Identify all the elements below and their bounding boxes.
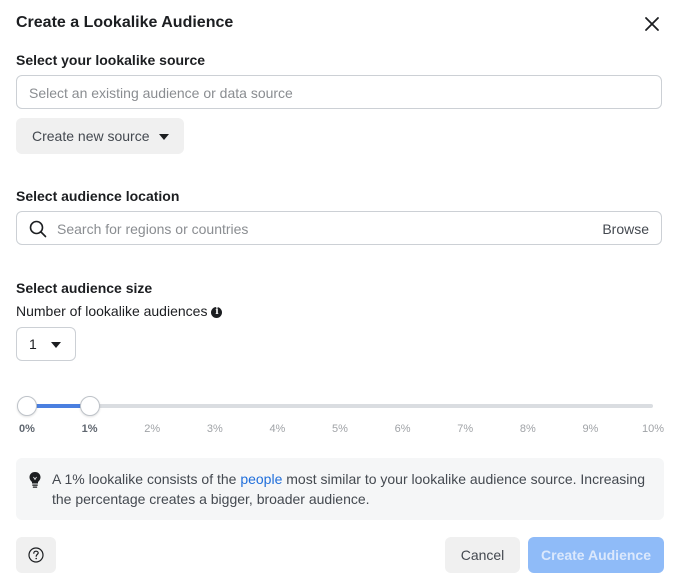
audience-count-select[interactable]: 1 [16,327,76,361]
create-audience-button[interactable]: Create Audience [528,537,664,573]
slider-tick-label: 4% [269,423,286,435]
tip-text-before: A 1% lookalike consists of the [52,471,241,487]
info-icon[interactable]: i [211,306,223,318]
slider-tick-label: 2% [144,423,161,435]
slider-tick-label: 8% [519,423,536,435]
people-link[interactable]: people [240,471,282,487]
slider-thumb-start[interactable] [17,396,37,416]
location-label: Select audience location [16,188,180,204]
slider-tick-label: 5% [332,423,348,435]
browse-button[interactable]: Browse [602,221,649,237]
slider-tick-label: 3% [206,423,223,435]
slider-tick-label: 1% [81,423,98,435]
slider-tick-label: 6% [394,423,411,435]
slider-tick-label: 0% [19,423,35,435]
close-icon [645,17,659,31]
slider-track[interactable] [27,404,653,408]
location-placeholder: Search for regions or countries [57,221,249,237]
audience-count-value: 1 [29,336,37,352]
close-button[interactable] [640,12,664,36]
caret-down-icon [159,134,169,140]
source-input[interactable]: Select an existing audience or data sour… [16,75,662,109]
help-icon [28,547,44,563]
size-label: Select audience size [16,280,153,296]
cancel-button[interactable]: Cancel [445,537,520,573]
count-label: Number of lookalike audiences i [16,303,223,319]
create-new-source-button[interactable]: Create new source [16,118,184,154]
count-label-text: Number of lookalike audiences [16,303,208,319]
source-label: Select your lookalike source [16,52,206,68]
slider-thumb-end[interactable] [79,396,100,416]
help-button[interactable] [16,537,56,573]
slider-tick-label: 9% [582,423,599,435]
caret-down-icon [51,342,61,348]
tip-box: A 1% lookalike consists of the people mo… [16,458,664,520]
search-icon [29,220,47,238]
source-placeholder: Select an existing audience or data sour… [29,85,293,101]
dialog-title: Create a Lookalike Audience [16,14,234,31]
location-search-input[interactable]: Search for regions or countries Browse [16,211,662,245]
tip-text: A 1% lookalike consists of the people mo… [52,469,652,509]
slider-tick-label: 10% [641,423,665,435]
slider-tick-label: 7% [457,423,474,435]
lightbulb-icon [29,472,41,488]
create-new-source-label: Create new source [32,128,150,144]
lookalike-dialog: Create a Lookalike Audience Select your … [0,0,680,579]
